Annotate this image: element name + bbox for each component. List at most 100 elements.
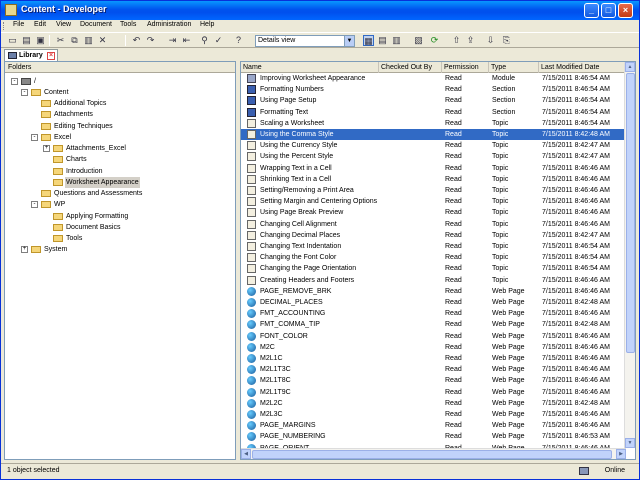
menu-file[interactable]: File <box>13 21 24 28</box>
horizontal-scroll-thumb[interactable] <box>252 450 612 459</box>
table-row[interactable]: M2C Read Web Page 7/15/2011 8:46:46 AM <box>241 342 626 353</box>
history-icon[interactable]: ⎘ <box>501 35 512 46</box>
table-row[interactable]: Setting/Removing a Print Area Read Topic 7/… <box>241 185 626 196</box>
collapse-icon[interactable]: - <box>21 89 28 96</box>
cut-icon[interactable]: ✂ <box>55 35 66 46</box>
table-row[interactable]: FMT_COMMA_TIP Read Web Page 7/15/2011 8:42:… <box>241 319 626 330</box>
table-row[interactable]: Improving Worksheet Appearance Read Module… <box>241 73 626 84</box>
table-row[interactable]: Shrinking Text in a Cell Read Topic 7/15/20… <box>241 174 626 185</box>
scroll-right-icon[interactable]: ▶ <box>616 449 626 459</box>
scroll-down-icon[interactable]: ▼ <box>625 438 635 448</box>
table-row[interactable]: Using the Currency Style Read Topic 7/15/20… <box>241 140 626 151</box>
table-row[interactable]: Using Page Setup Read Section 7/15/2011 8:4… <box>241 95 626 106</box>
table-row[interactable]: FMT_ACCOUNTING Read Web Page 7/15/2011 8:46… <box>241 308 626 319</box>
menu-help[interactable]: Help <box>200 21 214 28</box>
table-row[interactable]: Setting Margin and Centering Options Read… <box>241 196 626 207</box>
column-header-name[interactable]: Name <box>241 62 379 73</box>
table-row[interactable]: Formatting Numbers Read Section 7/15/2011 8… <box>241 84 626 95</box>
maximize-button[interactable]: □ <box>601 3 616 18</box>
table-row[interactable]: M2L3C Read Web Page 7/15/2011 8:46:46 AM <box>241 409 626 420</box>
undo-icon[interactable]: ↶ <box>131 35 142 46</box>
table-row[interactable]: Using the Percent Style Read Topic 7/15/201… <box>241 151 626 162</box>
expand-icon[interactable]: + <box>43 145 50 152</box>
table-row[interactable]: PAGE_MARGINS Read Web Page 7/15/2011 8:46:4… <box>241 420 626 431</box>
column-header-type[interactable]: Type <box>489 62 539 73</box>
horizontal-scrollbar[interactable]: ◀ ▶ <box>241 448 626 459</box>
table-row[interactable]: M2L1T8C Read Web Page 7/15/2011 8:46:46 AM <box>241 375 626 386</box>
menu-grip[interactable] <box>3 22 6 30</box>
table-row[interactable]: Changing the Font Color Read Topic 7/15/201… <box>241 252 626 263</box>
details-view-icon[interactable]: ▦ <box>363 35 374 46</box>
collapse-icon[interactable]: - <box>31 201 38 208</box>
table-row[interactable]: Changing Text Indentation Read Topic 7/15/2… <box>241 241 626 252</box>
table-row[interactable]: PAGE_REMOVE_BRK Read Web Page 7/15/2011 8:4… <box>241 286 626 297</box>
vertical-scroll-thumb[interactable] <box>626 73 635 353</box>
refresh-icon[interactable]: ⟳ <box>429 35 440 46</box>
chevron-down-icon[interactable]: ▼ <box>344 36 354 46</box>
outdent-icon[interactable]: ⇤ <box>181 35 192 46</box>
scroll-left-icon[interactable]: ◀ <box>241 449 251 459</box>
scroll-up-icon[interactable]: ▲ <box>625 62 635 72</box>
table-row[interactable]: Changing the Page Orientation Read Topic 7/… <box>241 263 626 274</box>
collapse-icon[interactable]: - <box>31 134 38 141</box>
list-view-icon[interactable]: ▤ <box>377 35 388 46</box>
spelling-icon[interactable]: ✓ <box>213 35 224 46</box>
menu-tools[interactable]: Tools <box>120 21 136 28</box>
paste-icon[interactable]: ▥ <box>83 35 94 46</box>
table-row[interactable]: Using the Comma Style Read Topic 7/15/2011 … <box>241 129 626 140</box>
title-bar[interactable]: Content - Developer _ □ × <box>1 1 639 20</box>
close-tab-icon[interactable]: × <box>47 52 55 60</box>
close-button[interactable]: × <box>618 3 633 18</box>
table-row[interactable]: Changing Cell Alignment Read Topic 7/15/201… <box>241 219 626 230</box>
table-row[interactable]: Using Page Break Preview Read Topic 7/15/20… <box>241 207 626 218</box>
menu-document[interactable]: Document <box>80 21 112 28</box>
properties-icon[interactable]: ▧ <box>413 35 424 46</box>
table-row[interactable]: Changing Decimal Places Read Topic 7/15/201… <box>241 230 626 241</box>
find-icon[interactable]: ⚲ <box>199 35 210 46</box>
publish-icon[interactable]: ⇧ <box>451 35 462 46</box>
table-row[interactable]: M2L1T3C Read Web Page 7/15/2011 8:46:46 AM <box>241 364 626 375</box>
cell-type: Web Page <box>492 310 525 318</box>
delete-icon[interactable]: ✕ <box>97 35 108 46</box>
table-row[interactable]: M2L1C Read Web Page 7/15/2011 8:46:46 AM <box>241 353 626 364</box>
column-header-last-modified-date[interactable]: Last Modified Date <box>539 62 626 73</box>
expand-icon[interactable]: + <box>21 246 28 253</box>
table-row[interactable]: M2L2C Read Web Page 7/15/2011 8:42:48 AM <box>241 398 626 409</box>
collapse-icon[interactable]: - <box>11 78 18 85</box>
copy-icon[interactable]: ⧉ <box>69 35 80 46</box>
network-icon <box>579 467 589 475</box>
topic-icon <box>247 230 256 240</box>
content-list-pane: Name Checked Out By Permission Type Last Mod… <box>240 61 636 460</box>
open-icon[interactable]: ▤ <box>21 35 32 46</box>
help-icon[interactable]: ? <box>233 35 244 46</box>
table-row[interactable]: PAGE_NUMBERING Read Web Page 7/15/2011 8:46… <box>241 431 626 442</box>
table-row[interactable]: M2L1T9C Read Web Page 7/15/2011 8:46:46 AM <box>241 387 626 398</box>
menu-view[interactable]: View <box>56 21 71 28</box>
section-icon <box>247 85 256 95</box>
checkin-icon[interactable]: ⇪ <box>465 35 476 46</box>
split-view-icon[interactable]: ▥ <box>391 35 402 46</box>
minimize-button[interactable]: _ <box>584 3 599 18</box>
cell-name: PAGE_REMOVE_BRK <box>260 287 332 295</box>
view-select[interactable]: Details view ▼ <box>255 35 355 47</box>
column-header-checked-out-by[interactable]: Checked Out By <box>379 62 442 73</box>
menu-administration[interactable]: Administration <box>147 21 191 28</box>
folder-icon <box>53 145 63 152</box>
table-row[interactable]: Creating Headers and Footers Read Topic 7/1… <box>241 275 626 286</box>
table-row[interactable]: Wrapping Text in a Cell Read Topic 7/15/201… <box>241 163 626 174</box>
tab-library[interactable]: Library × <box>4 49 58 61</box>
checkout-icon[interactable]: ⇩ <box>485 35 496 46</box>
column-header-permission[interactable]: Permission <box>442 62 489 73</box>
table-row[interactable]: Formatting Text Read Section 7/15/2011 8:46… <box>241 107 626 118</box>
table-row[interactable]: FONT_COLOR Read Web Page 7/15/2011 8:46:46 … <box>241 331 626 342</box>
cell-permission: Read <box>445 332 462 340</box>
table-row[interactable]: Scaling a Worksheet Read Topic 7/15/2011 8:… <box>241 118 626 129</box>
menu-edit[interactable]: Edit <box>34 21 46 28</box>
new-icon[interactable]: ▭ <box>7 35 18 46</box>
redo-icon[interactable]: ↷ <box>145 35 156 46</box>
indent-icon[interactable]: ⇥ <box>167 35 178 46</box>
table-row[interactable]: DECIMAL_PLACES Read Web Page 7/15/2011 8:42… <box>241 297 626 308</box>
save-icon[interactable]: ▣ <box>35 35 46 46</box>
web-page-icon <box>247 410 256 419</box>
vertical-scrollbar[interactable]: ▲ ▼ <box>624 62 635 448</box>
